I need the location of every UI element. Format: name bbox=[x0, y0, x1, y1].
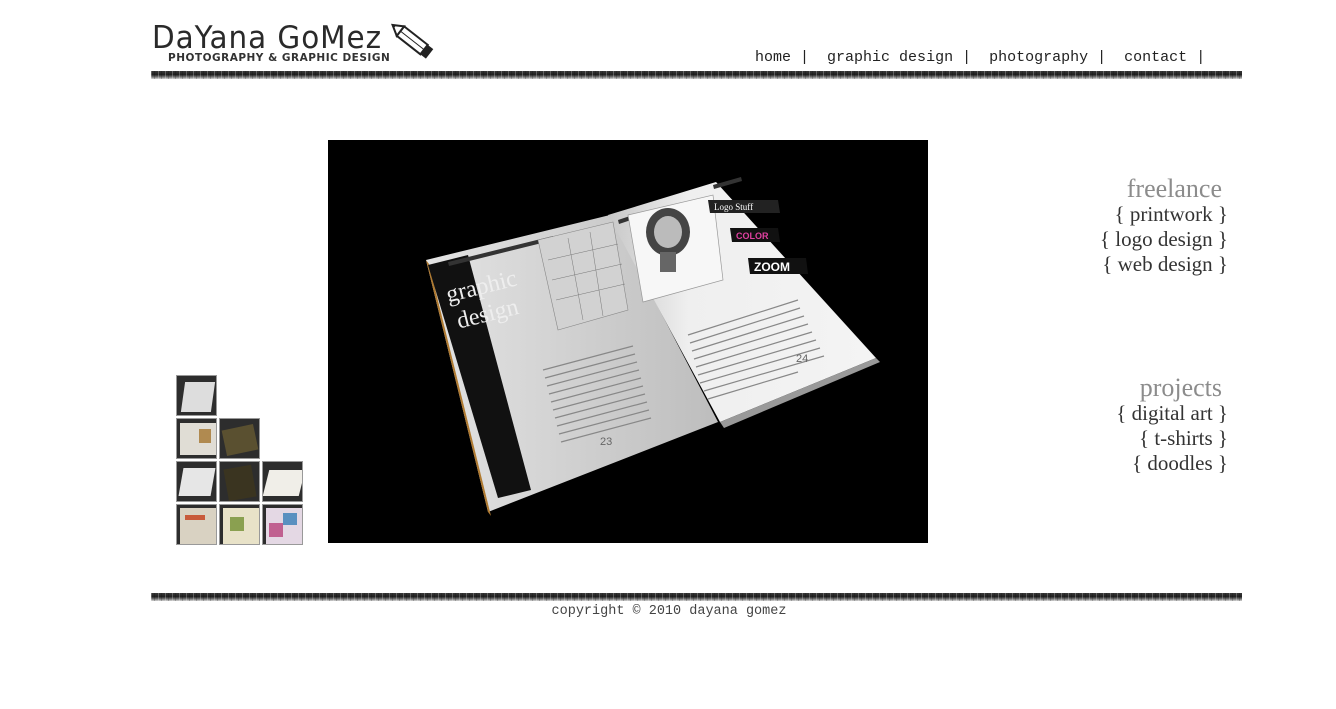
nav-contact[interactable]: contact bbox=[1124, 49, 1187, 66]
thumbnail-grid bbox=[176, 375, 306, 547]
thumbnail[interactable] bbox=[262, 461, 303, 502]
thumbnail[interactable] bbox=[176, 504, 217, 545]
menu-digital-art[interactable]: { digital art } bbox=[1116, 401, 1228, 426]
header-divider bbox=[151, 71, 1242, 79]
projects-menu: projects { digital art } { t-shirts } { … bbox=[1116, 375, 1228, 476]
thumbnail[interactable] bbox=[219, 504, 260, 545]
nav-separator: | bbox=[962, 49, 972, 66]
thumbnail[interactable] bbox=[176, 418, 217, 459]
thumbnail[interactable] bbox=[219, 461, 260, 502]
main-nav: home | graphic design | photography | conta… bbox=[755, 49, 1214, 69]
copyright-text: copyright © 2010 dayana gomez bbox=[551, 604, 787, 619]
projects-heading: projects bbox=[1139, 373, 1222, 402]
freelance-heading: freelance bbox=[1126, 174, 1222, 203]
footer-divider bbox=[151, 593, 1242, 601]
menu-t-shirts[interactable]: { t-shirts } bbox=[1116, 426, 1228, 451]
logo-subtitle: Photography & Graphic Design bbox=[168, 52, 391, 64]
nav-separator: | bbox=[1196, 49, 1206, 66]
menu-doodles[interactable]: { doodles } bbox=[1116, 451, 1228, 476]
freelance-menu: freelance { printwork } { logo design } … bbox=[1100, 176, 1228, 277]
magazine-illustration: Logo Stuff COLOR ZOOM graphic design 23 … bbox=[328, 140, 928, 543]
magazine-page-number-right: 24 bbox=[796, 353, 808, 365]
magazine-tag-zoom: ZOOM bbox=[754, 260, 790, 274]
pencil-icon bbox=[391, 23, 434, 59]
thumbnail[interactable] bbox=[219, 418, 260, 459]
magazine-page-number-left: 23 bbox=[600, 436, 612, 448]
thumbnail[interactable] bbox=[176, 461, 217, 502]
thumbnail[interactable] bbox=[262, 504, 303, 545]
site-logo[interactable]: DaYana GoMez Photography & Graphic Desig… bbox=[150, 18, 445, 70]
nav-photography[interactable]: photography bbox=[989, 49, 1088, 66]
nav-home[interactable]: home bbox=[755, 49, 791, 66]
menu-logo-design[interactable]: { logo design } bbox=[1100, 227, 1228, 252]
menu-printwork[interactable]: { printwork } bbox=[1100, 202, 1228, 227]
menu-web-design[interactable]: { web design } bbox=[1100, 252, 1228, 277]
thumbnail[interactable] bbox=[176, 375, 217, 416]
magazine-tag-color: COLOR bbox=[736, 231, 769, 241]
featured-image: Logo Stuff COLOR ZOOM graphic design 23 … bbox=[328, 140, 928, 543]
nav-separator: | bbox=[1097, 49, 1107, 66]
nav-separator: | bbox=[800, 49, 810, 66]
logo-title: DaYana GoMez bbox=[152, 20, 383, 56]
nav-graphic-design[interactable]: graphic design bbox=[827, 49, 953, 66]
magazine-tag-logo: Logo Stuff bbox=[714, 202, 753, 212]
